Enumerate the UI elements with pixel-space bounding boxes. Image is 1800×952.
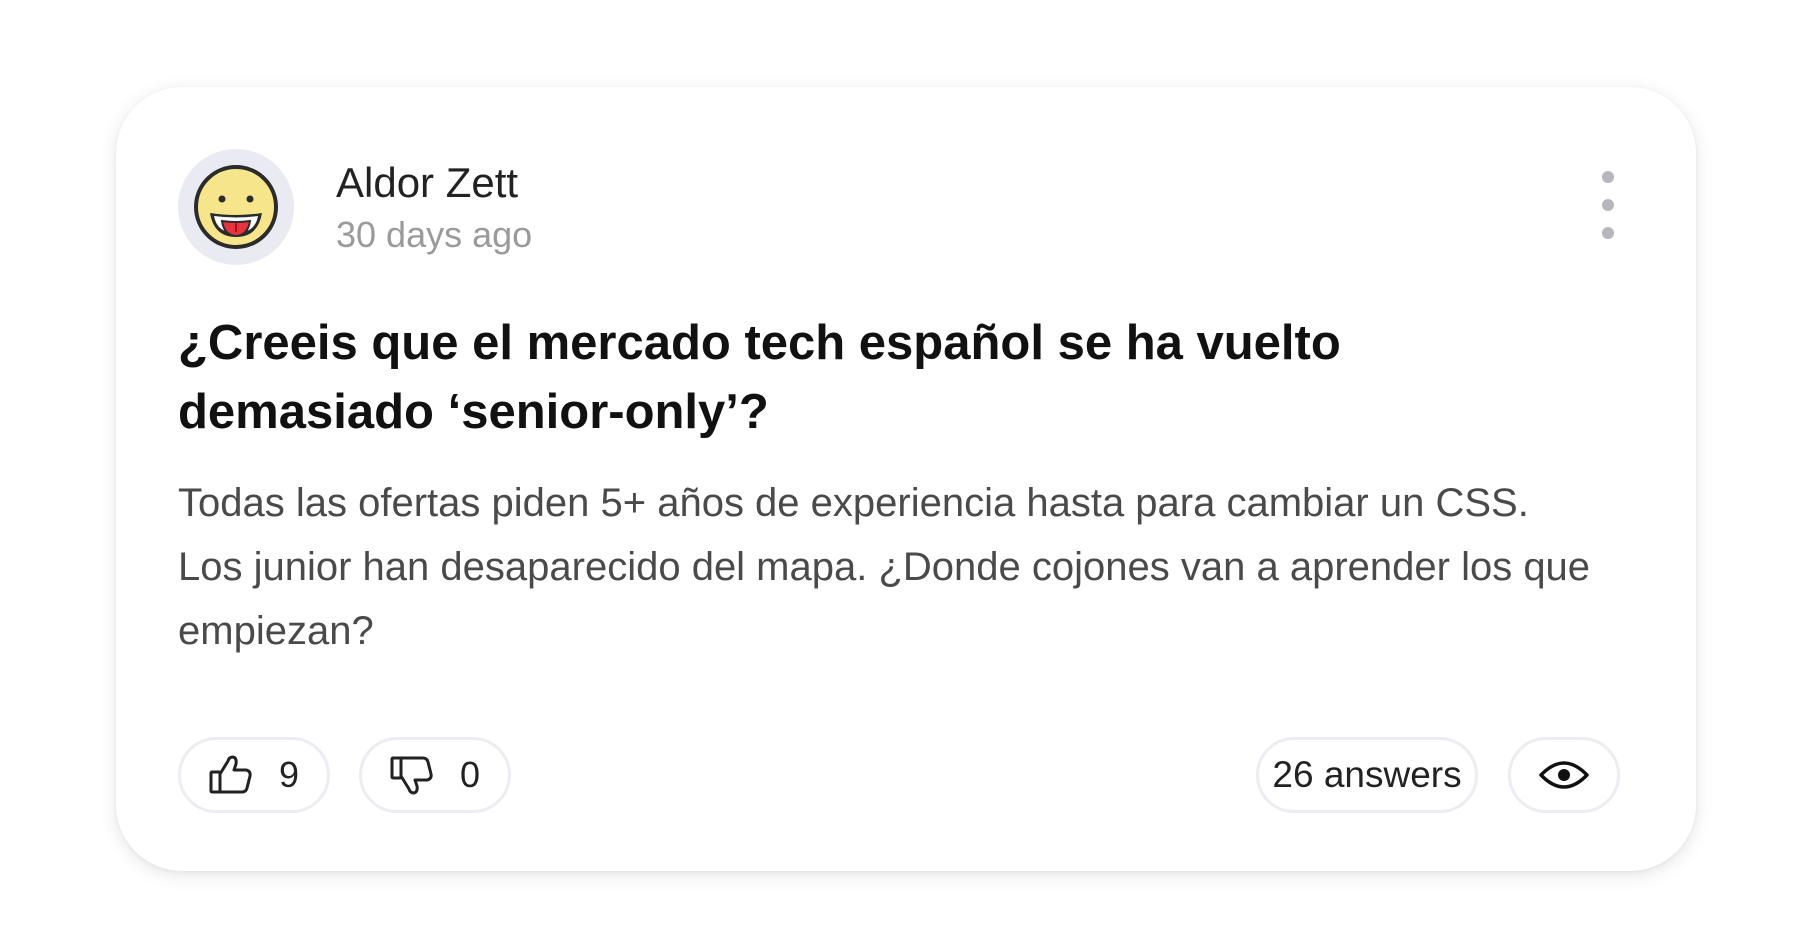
tongue-out-emoji-icon (192, 163, 280, 251)
menu-dot (1602, 171, 1614, 183)
eye-icon (1538, 757, 1590, 793)
post-card: Aldor Zett 30 days ago ¿Creeis que el me… (116, 87, 1696, 871)
post-header: Aldor Zett 30 days ago (178, 149, 532, 265)
like-button[interactable]: 9 (178, 737, 330, 813)
post-timestamp: 30 days ago (336, 214, 533, 255)
post-title: ¿Creeis que el mercado tech español se h… (178, 316, 1341, 439)
answers-button[interactable]: 26 answers (1256, 737, 1478, 813)
menu-dot (1602, 199, 1614, 211)
dislike-button[interactable]: 0 (359, 737, 511, 813)
thumbs-down-icon (390, 755, 434, 795)
kebab-menu-icon[interactable] (1596, 171, 1620, 239)
post-body: Todas las ofertas piden 5+ años de exper… (178, 481, 1591, 653)
thumbs-up-icon (209, 755, 253, 795)
menu-dot (1602, 227, 1614, 239)
view-button[interactable] (1508, 737, 1620, 813)
author-name[interactable]: Aldor Zett (336, 158, 532, 208)
like-count: 9 (278, 754, 300, 795)
dislike-count: 0 (459, 754, 481, 795)
answers-label: 26 answers (1272, 754, 1462, 795)
author-info: Aldor Zett 30 days ago (336, 154, 532, 260)
avatar[interactable] (178, 149, 294, 265)
